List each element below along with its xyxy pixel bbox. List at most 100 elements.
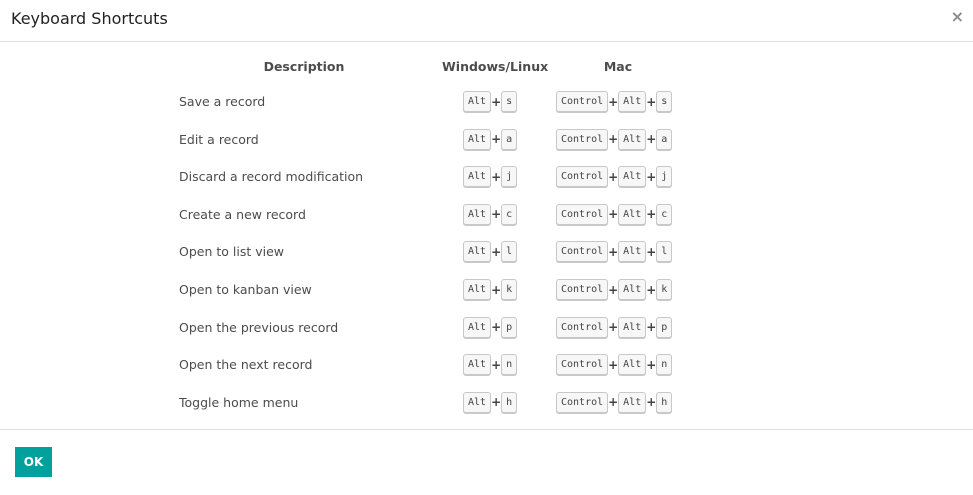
- key-cap: Alt: [463, 316, 492, 338]
- key-cap: Control: [556, 166, 609, 188]
- windows-shortcut-keys: Alt + s: [463, 91, 518, 112]
- key-cap: Alt: [463, 279, 492, 300]
- key-cap: Alt: [618, 128, 647, 150]
- key-cap: Control: [556, 128, 609, 150]
- key-cap: a: [501, 128, 518, 150]
- key-cap: p: [501, 316, 518, 338]
- mac-shortcut-keys: Control + Alt + h: [556, 391, 673, 413]
- shortcut-description: Save a record: [179, 94, 266, 109]
- key-cap: Alt: [463, 91, 492, 112]
- key-cap: Alt: [463, 391, 492, 413]
- mac-shortcut-keys: Control + Alt + n: [556, 354, 673, 376]
- key-cap: Alt: [618, 203, 647, 225]
- windows-shortcut-keys: Alt + c: [463, 203, 518, 225]
- keyboard-shortcuts-dialog: Keyboard Shortcuts × Description Windows…: [0, 0, 973, 495]
- key-cap: h: [656, 391, 673, 413]
- windows-shortcut-keys: Alt + h: [463, 391, 518, 413]
- key-cap: c: [501, 203, 518, 225]
- key-cap: j: [501, 166, 518, 188]
- shortcut-row: Toggle home menu Alt + h Control + Alt + h: [0, 390, 973, 416]
- plus-sign: +: [646, 357, 657, 372]
- shortcut-row: Open the previous record Alt + p Control + Alt…: [0, 315, 973, 341]
- key-cap: Alt: [618, 354, 647, 376]
- plus-sign: +: [491, 207, 502, 222]
- key-cap: Alt: [618, 91, 647, 112]
- plus-sign: +: [491, 169, 502, 184]
- key-cap: Control: [556, 391, 609, 413]
- plus-sign: +: [491, 132, 502, 147]
- plus-sign: +: [646, 169, 657, 184]
- mac-shortcut-keys: Control + Alt + p: [556, 316, 673, 338]
- key-cap: Control: [556, 316, 609, 338]
- key-cap: Alt: [463, 203, 492, 225]
- shortcut-row: Save a record Alt + s Control + Alt + s: [0, 89, 973, 115]
- close-icon[interactable]: ×: [951, 6, 964, 28]
- key-cap: Alt: [618, 316, 647, 338]
- ok-button[interactable]: OK: [15, 447, 52, 477]
- key-cap: Control: [556, 354, 609, 376]
- shortcut-row: Edit a record Alt + a Control + Alt + a: [0, 127, 973, 153]
- key-cap: Alt: [618, 391, 647, 413]
- shortcut-row: Open to kanban view Alt + k Control + Alt + k: [0, 277, 973, 303]
- shortcut-row: Create a new record Alt + c Control + Alt + c: [0, 202, 973, 228]
- key-cap: Alt: [618, 279, 647, 300]
- key-cap: p: [656, 316, 673, 338]
- shortcut-description: Toggle home menu: [179, 394, 299, 410]
- key-cap: Alt: [463, 166, 492, 188]
- key-cap: j: [656, 166, 673, 188]
- shortcuts-table: Description Windows/Linux Mac Save a rec…: [0, 43, 973, 429]
- plus-sign: +: [608, 207, 619, 222]
- windows-shortcut-keys: Alt + n: [463, 354, 518, 376]
- mac-shortcut-keys: Control + Alt + l: [556, 241, 673, 263]
- key-cap: k: [656, 279, 673, 300]
- plus-sign: +: [491, 395, 502, 410]
- key-cap: n: [501, 354, 518, 376]
- shortcut-description: Edit a record: [179, 131, 259, 147]
- plus-sign: +: [646, 132, 657, 147]
- shortcut-description: Open the previous record: [179, 319, 339, 335]
- plus-sign: +: [646, 94, 657, 109]
- key-cap: l: [501, 241, 518, 263]
- key-cap: l: [656, 241, 673, 263]
- plus-sign: +: [646, 207, 657, 222]
- key-cap: Control: [556, 203, 609, 225]
- dialog-footer: OK: [0, 429, 973, 495]
- windows-shortcut-keys: Alt + k: [463, 279, 518, 300]
- column-header-mac: Mac: [603, 59, 633, 74]
- mac-shortcut-keys: Control + Alt + a: [556, 128, 673, 150]
- plus-sign: +: [646, 282, 657, 297]
- key-cap: Alt: [463, 354, 492, 376]
- plus-sign: +: [491, 244, 502, 259]
- mac-shortcut-keys: Control + Alt + k: [556, 279, 673, 300]
- shortcut-row: Open the next record Alt + n Control + Alt + n: [0, 352, 973, 378]
- shortcut-description: Create a new record: [179, 206, 306, 222]
- column-header-description: Description: [263, 59, 345, 74]
- key-cap: Alt: [618, 166, 647, 188]
- plus-sign: +: [608, 169, 619, 184]
- key-cap: Control: [556, 91, 609, 112]
- plus-sign: +: [491, 94, 502, 109]
- plus-sign: +: [646, 320, 657, 335]
- shortcut-row: Discard a record modification Alt + j Contro…: [0, 164, 973, 190]
- plus-sign: +: [608, 282, 619, 297]
- shortcut-description: Open to list view: [179, 244, 284, 260]
- plus-sign: +: [491, 357, 502, 372]
- windows-shortcut-keys: Alt + l: [463, 241, 518, 263]
- plus-sign: +: [646, 244, 657, 259]
- key-cap: s: [656, 91, 673, 112]
- shortcut-description: Open the next record: [179, 357, 313, 373]
- column-header-windows: Windows/Linux: [442, 59, 549, 74]
- key-cap: Alt: [618, 241, 647, 263]
- plus-sign: +: [608, 320, 619, 335]
- plus-sign: +: [491, 320, 502, 335]
- key-cap: s: [501, 91, 518, 112]
- key-cap: h: [501, 391, 518, 413]
- key-cap: c: [656, 203, 673, 225]
- windows-shortcut-keys: Alt + a: [463, 128, 518, 150]
- key-cap: k: [501, 279, 518, 300]
- shortcut-description: Discard a record modification: [179, 169, 364, 185]
- key-cap: Alt: [463, 241, 492, 263]
- plus-sign: +: [608, 244, 619, 259]
- key-cap: Control: [556, 279, 609, 300]
- plus-sign: +: [491, 282, 502, 297]
